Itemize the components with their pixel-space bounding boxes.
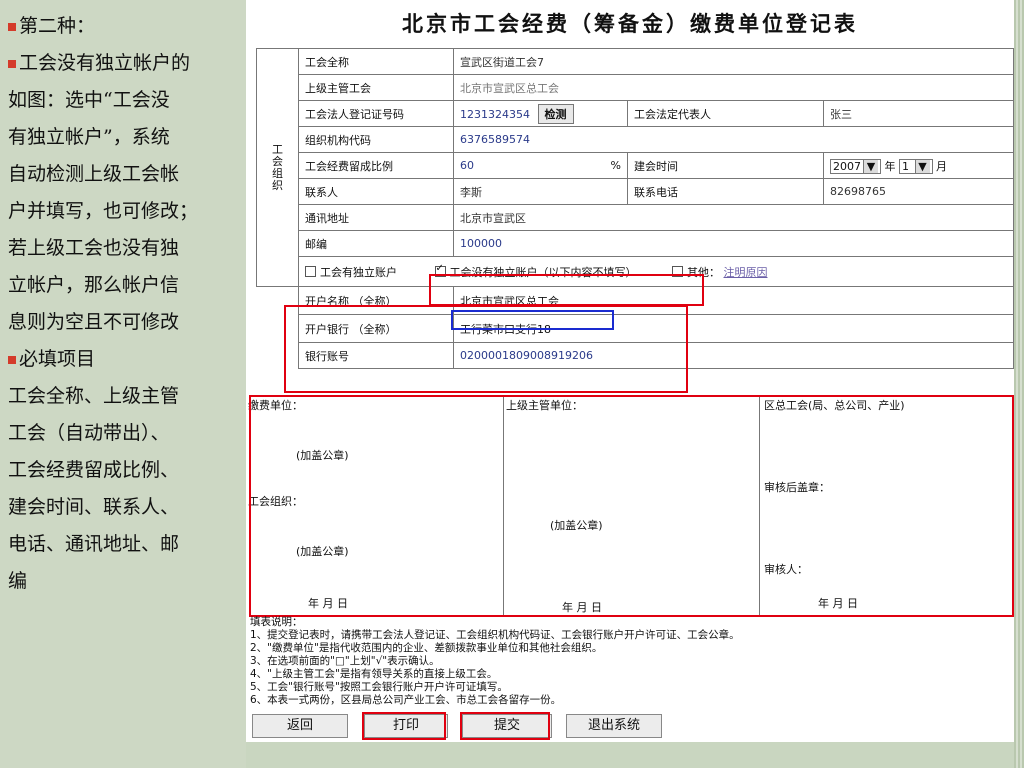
phone-label: 联系电话 <box>627 178 824 205</box>
bullet-icon <box>8 356 16 364</box>
bullet-icon <box>8 23 16 31</box>
exit-system-button[interactable]: 退出系统 <box>566 714 662 738</box>
note-item: 5、工会"银行账号"按照工会银行账户开户许可证填写。 <box>250 681 508 693</box>
explanation-line: 立帐户，那么帐户信 <box>8 274 180 296</box>
contact-field[interactable]: 李斯 <box>453 178 628 205</box>
highlight-account-name <box>451 310 614 330</box>
explanation-line: 工会没有独立帐户的 <box>8 45 242 82</box>
note-item: 4、"上级主管工会"是指有领导关系的直接上级工会。 <box>250 668 498 680</box>
contact-label: 联系人 <box>298 178 454 205</box>
chevron-down-icon: ▼ <box>914 159 930 173</box>
explanation-line: 息则为空且不可修改 <box>8 311 180 333</box>
retention-cell: 60 % <box>453 152 628 179</box>
parent-union-field[interactable]: 北京市宣武区总工会 <box>453 74 1014 101</box>
explanation-line: 工会（自动带出）、 <box>8 422 170 444</box>
check-button[interactable]: 检测 <box>537 103 574 124</box>
explanation-line: 若上级工会也没有独 <box>8 237 180 259</box>
founded-year-select[interactable]: 2007 ▼ <box>830 158 881 174</box>
note-item: 3、在选项前面的"□"上划"√"表示确认。 <box>250 655 440 667</box>
bottom-band <box>246 742 1014 768</box>
explanation-line: 必填项目 <box>8 341 242 378</box>
section-label: 工会组织 <box>256 48 299 287</box>
bullet-icon <box>8 60 16 68</box>
postcode-field[interactable]: 100000 <box>453 230 1014 257</box>
retention-field[interactable]: 60 <box>460 159 474 172</box>
founded-month-select[interactable]: 1 ▼ <box>899 158 933 174</box>
explanation-line: 第二种： <box>8 8 242 45</box>
phone-field[interactable]: 82698765 <box>823 178 1014 205</box>
explanation-text: 第二种： 工会没有独立帐户的如图：选中“工会没 有独立帐户”，系统 自动检测上级工会帐… <box>8 8 242 600</box>
month-unit: 月 <box>936 159 947 173</box>
year-unit: 年 <box>884 159 896 173</box>
chevron-down-icon: ▼ <box>863 159 878 173</box>
explanation-line: 建会时间、联系人、 <box>8 496 180 518</box>
note-item: 1、提交登记表时，请携带工会法人登记证、工会组织机构代码证、工会银行账户开户许可… <box>250 629 740 641</box>
percent-sign: % <box>610 159 621 172</box>
highlight-signature-area <box>249 395 1014 617</box>
fill-instructions: 填表说明： 1、提交登记表时，请携带工会法人登记证、工会组织机构代码证、工会银行… <box>250 616 1010 707</box>
legal-cert-field[interactable]: 1231324354 <box>460 108 530 121</box>
union-name-field[interactable]: 宣武区街道工会7 <box>453 48 1014 75</box>
decorative-stripe <box>1014 0 1024 768</box>
founded-cell: 2007 ▼ 年 1 ▼ 月 <box>823 152 1014 179</box>
note-item: 6、本表一式两份，区县局总公司产业工会、市总工会各留存一份。 <box>250 694 562 706</box>
parent-union-label: 上级主管工会 <box>298 74 454 101</box>
address-label: 通讯地址 <box>298 204 454 231</box>
highlight-print-button <box>362 712 446 740</box>
other-reason-link[interactable]: 注明原因 <box>724 266 768 279</box>
explanation-line: 自动检测上级工会帐 <box>8 163 180 185</box>
opt-independent[interactable]: 工会有独立账户 <box>305 266 397 279</box>
legal-cert-label: 工会法人登记证号码 <box>298 100 454 127</box>
registration-form: 北京市工会经费（筹备金）缴费单位登记表 工会组织 工会全称 宣武区街道工会7 上… <box>246 0 1014 742</box>
explanation-line: 户并填写，也可修改； <box>8 200 199 222</box>
org-code-field[interactable]: 6376589574 <box>453 126 1014 153</box>
checkbox-icon <box>305 266 316 277</box>
back-button[interactable]: 返回 <box>252 714 348 738</box>
explanation-line: 工会全称、上级主管 <box>8 385 180 407</box>
founded-label: 建会时间 <box>627 152 824 179</box>
explanation-line: 电话、通讯地址、邮 <box>8 533 180 555</box>
highlight-submit-button <box>460 712 550 740</box>
note-item: 2、"缴费单位"是指代收范围内的企业、差额拨款事业单位和其他社会组织。 <box>250 642 603 654</box>
explanation-line: 有独立帐户”，系统 <box>8 126 170 148</box>
notes-heading: 填表说明： <box>250 616 303 628</box>
legal-rep-label: 工会法定代表人 <box>627 100 824 127</box>
retention-label: 工会经费留成比例 <box>298 152 454 179</box>
legal-cert-cell: 1231324354 检测 <box>453 100 628 127</box>
postcode-label: 邮编 <box>298 230 454 257</box>
address-field[interactable]: 北京市宣武区 <box>453 204 1014 231</box>
form-title: 北京市工会经费（筹备金）缴费单位登记表 <box>402 11 858 36</box>
org-code-label: 组织机构代码 <box>298 126 454 153</box>
highlight-no-account-option <box>429 274 704 306</box>
explanation-line: 工会经费留成比例、 <box>8 459 180 481</box>
legal-rep-field[interactable]: 张三 <box>823 100 1014 127</box>
explanation-line: 如图：选中“工会没 <box>8 89 170 111</box>
explanation-panel: 第二种： 工会没有独立帐户的如图：选中“工会没 有独立帐户”，系统 自动检测上级工会帐… <box>0 0 246 768</box>
union-name-label: 工会全称 <box>298 48 454 75</box>
explanation-line: 编 <box>8 570 28 592</box>
